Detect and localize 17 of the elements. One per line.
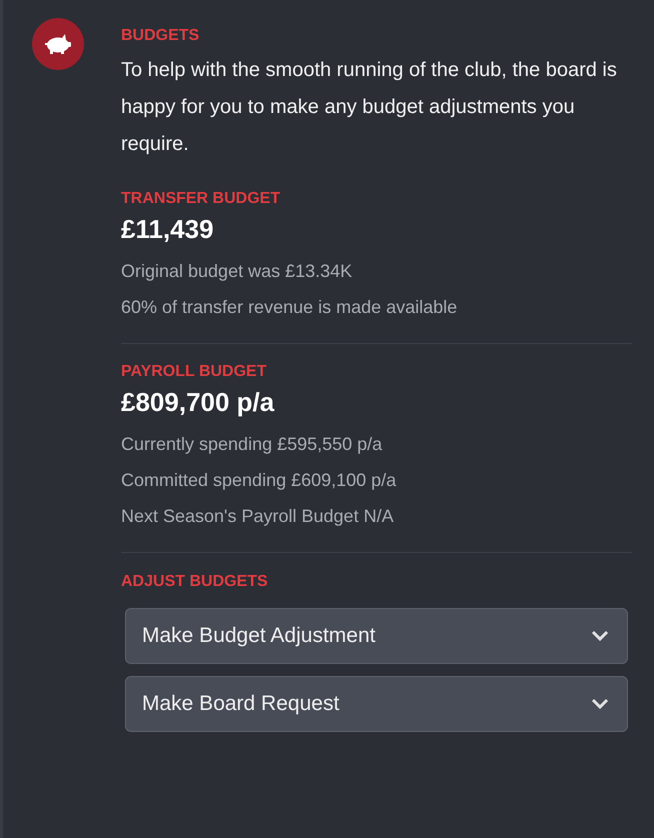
dropdown-button[interactable]: Make Budget Adjustment [125,608,628,664]
budget-note: Committed spending £609,100 p/a [121,469,398,492]
chevron-down-icon [591,698,609,710]
piggy-bank-icon [32,18,84,70]
section-heading: BUDGETS [121,26,200,46]
section-heading: TRANSFER BUDGET [121,189,282,209]
budget-note: 60% of transfer revenue is made available [121,296,458,319]
description: To help with the smooth running of the club, the board is happy for you to make any budget adjustments you require. [121,58,618,157]
chevron-down-icon [591,630,609,642]
budget-amount: £809,700 p/a [121,386,276,418]
budget-note: Currently spending £595,550 p/a [121,433,384,456]
budget-note: Original budget was £13.34K [121,260,354,283]
section-heading: PAYROLL BUDGET [121,362,268,382]
section-heading: ADJUST BUDGETS [121,572,269,592]
dropdown-button[interactable]: Make Board Request [125,676,628,732]
budget-note: Next Season's Payroll Budget N/A [121,505,395,528]
budget-amount: £11,439 [121,213,215,245]
